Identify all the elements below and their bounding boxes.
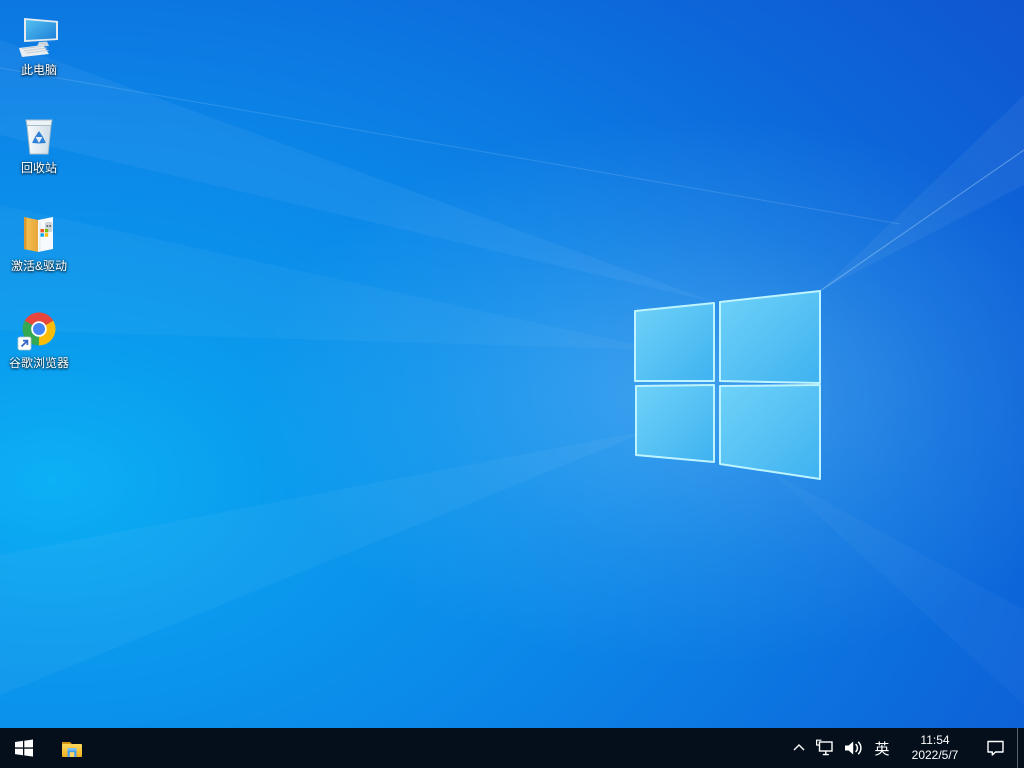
taskbar-clock[interactable]: 11:54 2022/5/7 — [895, 728, 975, 768]
speaker-icon — [845, 741, 862, 755]
logo-pane-bottom-right — [719, 384, 821, 480]
network-status-button[interactable] — [811, 728, 839, 768]
tray-overflow-button[interactable] — [787, 728, 811, 768]
desktop-icon-recycle-bin[interactable]: 回收站 — [1, 106, 77, 200]
file-explorer-icon — [62, 742, 82, 757]
desktop-icon-google-chrome[interactable]: 谷歌浏览器 — [1, 301, 77, 395]
logo-pane-bottom-left — [635, 384, 715, 463]
system-tray: 英 11:54 2022/5/7 — [787, 728, 1024, 768]
desktop-icon-label: 激活&驱动 — [10, 259, 67, 273]
show-desktop-button[interactable] — [1017, 728, 1024, 768]
desktop-icon-label: 此电脑 — [20, 63, 57, 77]
open-folder-icon — [24, 217, 53, 252]
desktop-surface[interactable]: 此电脑 回收站 激活&驱动 谷歌浏览器 — [0, 0, 1024, 728]
shortcut-arrow-overlay — [17, 336, 32, 351]
action-center-icon — [987, 740, 1004, 756]
start-button[interactable] — [0, 728, 48, 768]
file-explorer-button[interactable] — [48, 728, 96, 768]
desktop-icon-this-pc[interactable]: 此电脑 — [1, 8, 77, 102]
ethernet-network-icon — [816, 739, 833, 756]
clock-date: 2022/5/7 — [911, 748, 959, 762]
chrome-icon — [17, 312, 56, 351]
desktop-icon-label: 回收站 — [20, 161, 57, 175]
logo-pane-top-left — [634, 302, 715, 382]
action-center-button[interactable] — [975, 728, 1017, 768]
recycle-bin-icon — [25, 119, 53, 155]
windows-desktop-screen: 此电脑 回收站 激活&驱动 谷歌浏览器 英 11:54 2022/5/7 — [0, 0, 1024, 768]
windows-logo-icon — [15, 739, 33, 757]
ime-label: 英 — [874, 740, 890, 758]
desktop-icon-activation-drivers[interactable]: 激活&驱动 — [1, 204, 77, 298]
ime-language-indicator[interactable]: 英 — [869, 728, 895, 768]
chevron-up-icon — [793, 744, 805, 751]
desktop-icon-label: 谷歌浏览器 — [8, 356, 69, 370]
taskbar: 英 11:54 2022/5/7 — [0, 728, 1024, 768]
this-pc-icon — [19, 18, 58, 57]
wallpaper-windows-logo — [0, 40, 1024, 695]
logo-pane-top-right — [719, 290, 821, 384]
clock-time: 11:54 — [920, 733, 950, 747]
volume-button[interactable] — [839, 728, 869, 768]
windows-logo-panes — [634, 290, 821, 480]
